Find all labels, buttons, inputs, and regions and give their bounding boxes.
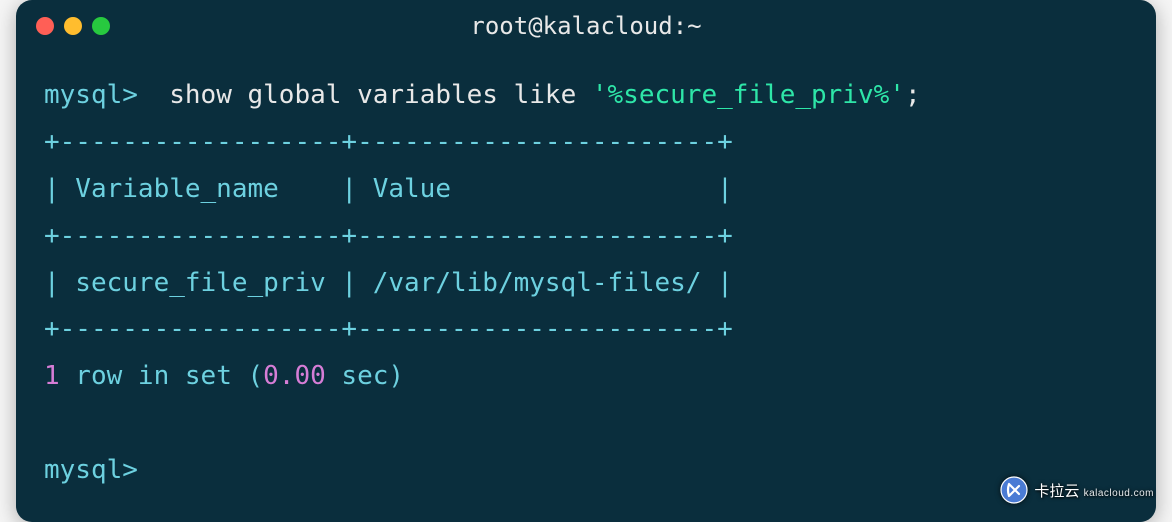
window-controls bbox=[36, 17, 110, 35]
watermark-text: 卡拉云 kalacloud.com bbox=[1034, 480, 1154, 501]
status-line: 1 row in set (0.00 sec) bbox=[44, 353, 1128, 400]
status-tail: sec) bbox=[326, 361, 404, 391]
command-argument: '%secure_file_priv%' bbox=[592, 80, 905, 110]
blank-line bbox=[44, 400, 1128, 447]
prompt: mysql> bbox=[44, 80, 138, 110]
terminal-window: root@kalacloud:~ mysql> show global vari… bbox=[16, 0, 1156, 521]
table-border-top: +------------------+--------------------… bbox=[44, 119, 1128, 166]
prompt-idle: mysql> bbox=[44, 447, 1128, 494]
query-time: 0.00 bbox=[263, 361, 326, 391]
row-count: 1 bbox=[44, 361, 60, 391]
watermark-brand: 卡拉云 bbox=[1034, 483, 1079, 500]
titlebar: root@kalacloud:~ bbox=[16, 0, 1156, 52]
command-line: mysql> show global variables like '%secu… bbox=[44, 72, 1128, 119]
minimize-icon[interactable] bbox=[64, 17, 82, 35]
logo-icon bbox=[1000, 476, 1028, 504]
table-header-row: | Variable_name | Value | bbox=[44, 166, 1128, 213]
close-icon[interactable] bbox=[36, 17, 54, 35]
window-title: root@kalacloud:~ bbox=[470, 12, 701, 40]
table-border-bottom: +------------------+--------------------… bbox=[44, 306, 1128, 353]
status-mid: row in set ( bbox=[60, 361, 264, 391]
maximize-icon[interactable] bbox=[92, 17, 110, 35]
terminal-content[interactable]: mysql> show global variables like '%secu… bbox=[16, 52, 1156, 521]
command-text: show global variables like bbox=[169, 80, 592, 110]
watermark: 卡拉云 kalacloud.com bbox=[1000, 476, 1154, 504]
watermark-domain: kalacloud.com bbox=[1084, 488, 1154, 499]
table-data-row: | secure_file_priv | /var/lib/mysql-file… bbox=[44, 260, 1128, 307]
command-semicolon: ; bbox=[905, 80, 921, 110]
table-border-mid: +------------------+--------------------… bbox=[44, 213, 1128, 260]
